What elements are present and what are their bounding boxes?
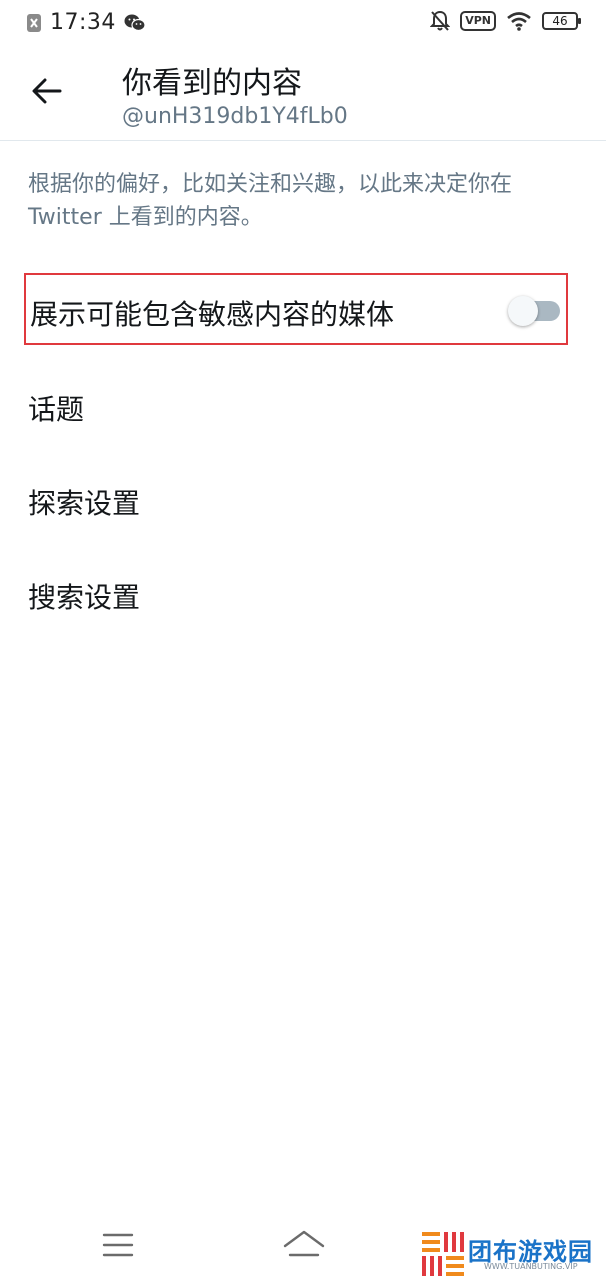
nav-menu-button[interactable]	[100, 1230, 136, 1260]
status-time: 17:34	[50, 10, 116, 35]
menu-item-label: 话题	[28, 393, 85, 426]
page-title: 你看到的内容	[122, 66, 302, 101]
system-nav-bar: 团布游戏园 WWW.TUANBUTING.VIP	[0, 1210, 606, 1280]
battery-icon: 46	[542, 12, 581, 30]
notification-blocked-icon	[27, 13, 41, 32]
header: 你看到的内容 @unH319db1Y4fLb0	[0, 46, 606, 141]
menu-item-explore-settings[interactable]: 探索设置	[0, 460, 606, 540]
watermark-logo-icon	[422, 1232, 464, 1276]
nav-home-button[interactable]	[282, 1228, 326, 1262]
menu-item-topics[interactable]: 话题	[0, 366, 606, 446]
back-button[interactable]	[30, 74, 64, 108]
battery-level: 46	[552, 14, 568, 28]
watermark: 团布游戏园 WWW.TUANBUTING.VIP	[422, 1232, 600, 1280]
watermark-subtext: WWW.TUANBUTING.VIP	[484, 1262, 578, 1271]
sensitive-media-toggle[interactable]	[508, 296, 560, 326]
menu-item-search-settings[interactable]: 搜索设置	[0, 554, 606, 634]
wifi-icon	[507, 12, 531, 31]
description-text: 根据你的偏好，比如关注和兴趣，以此来决定你在 Twitter 上看到的内容。	[28, 172, 513, 230]
menu-item-label: 搜索设置	[28, 581, 141, 614]
menu-item-label: 探索设置	[28, 487, 141, 520]
content-preferences-screen: 17:34 VPN 46 你看到的内容 @unH319db1Y4fLb0 根据你…	[0, 0, 606, 1280]
home-icon	[283, 1230, 325, 1257]
sensitive-media-setting[interactable]: 展示可能包含敏感内容的媒体	[24, 273, 568, 345]
status-right: VPN 46	[430, 10, 581, 32]
sensitive-media-label: 展示可能包含敏感内容的媒体	[30, 298, 395, 331]
bell-off-icon	[430, 10, 451, 31]
toggle-thumb	[508, 296, 538, 326]
account-handle: @unH319db1Y4fLb0	[122, 104, 348, 129]
vpn-badge: VPN	[460, 11, 496, 31]
menu-icon	[102, 1233, 134, 1257]
arrow-left-icon	[32, 78, 62, 104]
status-left: 17:34	[26, 10, 146, 35]
wechat-icon	[124, 14, 146, 31]
status-bar: 17:34 VPN 46	[0, 0, 606, 46]
